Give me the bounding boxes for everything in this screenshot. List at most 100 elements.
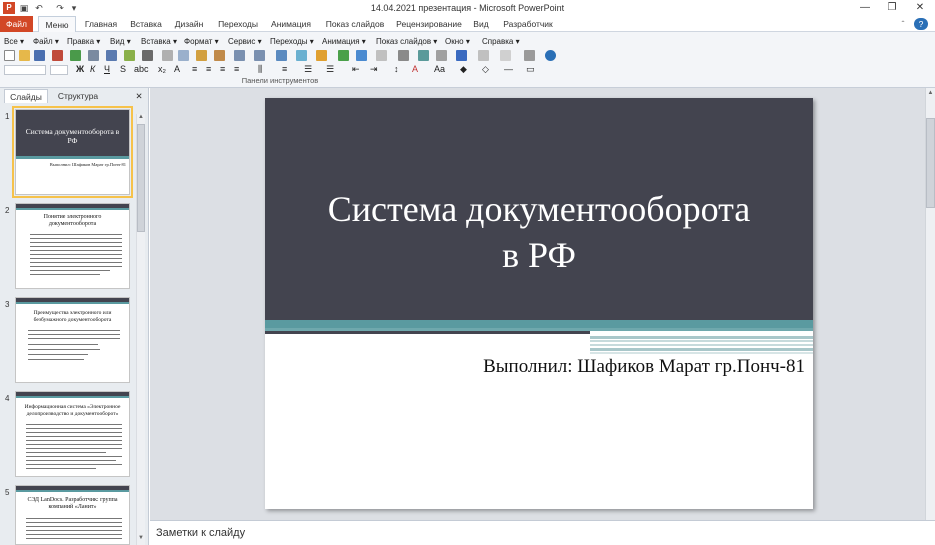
line-spacing-icon[interactable]: ≡ [282,64,287,74]
smartart-icon[interactable] [338,50,349,61]
scroll-up-icon[interactable]: ▲ [926,90,935,98]
underline-icon[interactable]: Ч [104,64,110,74]
align-right-icon[interactable]: ≡ [220,64,225,74]
slide-title[interactable]: Система документооборота в РФ [265,186,813,278]
menu-format[interactable]: Формат ▾ [184,37,219,46]
slide-thumbnail-4[interactable]: Информационная система «Электронное дело… [15,391,130,477]
pane-close-icon[interactable]: ✕ [132,89,146,103]
close-icon[interactable]: ✕ [906,1,934,15]
font-color-icon[interactable]: A [412,64,418,74]
italic-icon[interactable]: К [90,64,95,74]
slide-thumbnail-1[interactable]: Система документооборота в РФ Выполнил: … [12,106,133,198]
paste-icon[interactable] [196,50,207,61]
notes-pane[interactable]: Заметки к слайду [150,520,935,545]
menu-all[interactable]: Все ▾ [4,37,24,46]
slide-subtitle[interactable]: Выполнил: Шафиков Марат гр.Понч-81 [483,356,805,378]
align-left-icon[interactable]: ≡ [192,64,197,74]
tab-view[interactable]: Вид [469,16,493,32]
arrange-icon[interactable] [478,50,489,61]
format-painter-icon[interactable] [214,50,225,61]
tab-review[interactable]: Рецензирование [394,16,464,32]
find-icon[interactable] [500,50,511,61]
help-toolbar-icon[interactable] [545,50,556,61]
current-slide[interactable]: Система документооборота в РФ Выполнил: … [265,98,813,509]
tab-file[interactable]: Файл [0,16,33,32]
menu-insert[interactable]: Вставка ▾ [141,37,177,46]
tab-design[interactable]: Дизайн [170,16,208,32]
undo-toolbar-icon[interactable] [234,50,245,61]
search-icon[interactable] [524,50,535,61]
redo-toolbar-icon[interactable] [254,50,265,61]
tab-developer[interactable]: Разработчик [500,16,556,32]
tab-slides[interactable]: Слайды [4,89,48,103]
save-toolbar-icon[interactable] [34,50,45,61]
shape-fill-icon[interactable]: ◆ [460,64,467,75]
spelling-icon[interactable] [124,50,135,61]
export-pdf-icon[interactable] [52,50,63,61]
minimize-icon[interactable]: — [851,1,879,15]
theme-icon[interactable] [456,50,467,61]
bold-icon[interactable]: Ж [76,64,84,74]
justify-icon[interactable]: ≡ [234,64,239,74]
scroll-up-icon[interactable]: ▲ [137,114,145,123]
menu-window[interactable]: Окно ▾ [445,37,470,46]
tab-home[interactable]: Главная [80,16,122,32]
align-center-icon[interactable]: ≡ [206,64,211,74]
menu-tools[interactable]: Сервис ▾ [228,37,262,46]
print-icon[interactable] [88,50,99,61]
subscript-icon[interactable]: x₂ [158,64,166,74]
tab-animation[interactable]: Анимация [266,16,316,32]
menu-transitions[interactable]: Переходы ▾ [270,37,314,46]
strikethrough-icon[interactable]: abc [134,64,149,74]
research-icon[interactable] [142,50,153,61]
decrease-indent-icon[interactable]: ⇤ [352,64,360,75]
cut-icon[interactable] [162,50,173,61]
shadow-icon[interactable]: S [120,64,126,74]
tab-outline[interactable]: Структура [52,89,104,103]
slide-thumbnail-3[interactable]: Преимущества электронного или безбумажно… [15,297,130,383]
change-case-icon[interactable]: Aa [434,64,445,74]
shape-effects-icon[interactable]: ▭ [526,64,535,75]
scroll-thumb[interactable] [137,124,145,232]
text-direction-icon[interactable]: ↕ [394,64,399,74]
numbering-icon[interactable]: ☰ [326,64,334,75]
font-name-select[interactable] [4,65,46,75]
menu-edit[interactable]: Правка ▾ [67,37,100,46]
slide-thumbnail-2[interactable]: Понятие электронного документооборота [15,203,130,289]
menu-animation[interactable]: Анимация ▾ [322,37,366,46]
new-icon[interactable] [4,50,15,61]
menu-help[interactable]: Справка ▾ [482,37,520,46]
tab-slideshow[interactable]: Показ слайдов [322,16,388,32]
tab-insert[interactable]: Вставка [127,16,165,32]
scroll-thumb[interactable] [926,118,935,208]
shape-outline-icon[interactable]: ◇ [482,64,489,75]
menu-slideshow[interactable]: Показ слайдов ▾ [376,37,437,46]
editor-scrollbar[interactable]: ▲ [925,88,935,520]
thumbnails-scrollbar[interactable]: ▲ ▼ [136,114,145,545]
restore-icon[interactable]: ❐ [878,1,906,15]
open-icon[interactable] [19,50,30,61]
permission-icon[interactable] [70,50,81,61]
print-preview-icon[interactable] [106,50,117,61]
columns-icon[interactable]: ⫼ [258,64,262,75]
textbox-icon[interactable] [376,50,387,61]
hyperlink-icon[interactable] [276,50,287,61]
line-style-icon[interactable]: — [504,64,513,74]
table-icon[interactable] [296,50,307,61]
new-slide-icon[interactable] [418,50,429,61]
picture-icon[interactable] [356,50,367,61]
zoom-icon[interactable] [436,50,447,61]
scroll-down-icon[interactable]: ▼ [137,535,145,544]
chart-icon[interactable] [316,50,327,61]
increase-indent-icon[interactable]: ⇥ [370,64,378,75]
minimize-ribbon-icon[interactable]: ˆ [896,16,910,32]
font-size-select[interactable] [50,65,68,75]
bullets-icon[interactable]: ☰ [304,64,312,75]
slide-thumbnail-5[interactable]: СЭД LanDocs. Разработчик: группа компани… [15,485,130,545]
tab-menu[interactable]: Меню [38,16,76,32]
menu-file[interactable]: Файл ▾ [33,37,59,46]
font-grow-icon[interactable]: A [174,64,180,74]
layout-icon[interactable] [398,50,409,61]
menu-view[interactable]: Вид ▾ [110,37,131,46]
copy-icon[interactable] [178,50,189,61]
